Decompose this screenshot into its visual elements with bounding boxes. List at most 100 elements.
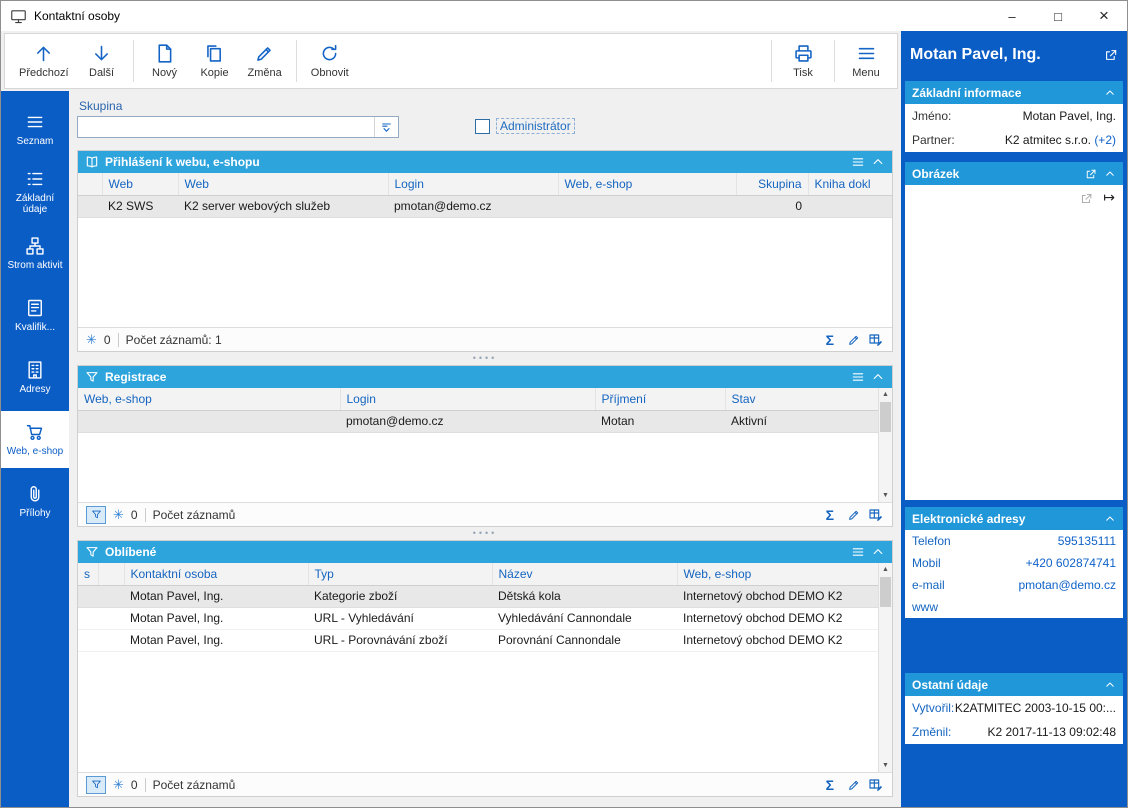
panel-splitter[interactable]: •••• [77,527,893,540]
open-detail-icon[interactable] [1104,48,1118,62]
sidebar-item-adresy[interactable]: Adresy [1,349,69,406]
table-row[interactable]: Motan Pavel, Ing. URL - Porovnávání zbož… [78,629,878,652]
column-header[interactable]: Web, e-shop [558,173,737,196]
group-filter-combobox[interactable] [77,116,399,138]
sidebar-item-strom-aktivit[interactable]: Strom aktivit [1,225,69,282]
vertical-scrollbar[interactable]: ▲ ▼ [878,563,892,772]
scroll-down-icon[interactable]: ▼ [879,489,892,502]
collapse-icon[interactable] [1104,679,1116,691]
column-header[interactable]: s [78,563,99,586]
scroll-thumb[interactable] [880,402,891,432]
column-header[interactable]: Typ [308,563,493,586]
scroll-track[interactable] [879,576,892,759]
filter-toggle[interactable] [86,505,106,524]
panel-menu-icon[interactable] [851,155,865,169]
section-basic-info[interactable]: Základní informace [905,81,1123,104]
column-header[interactable]: Web [102,173,179,196]
maximize-button[interactable]: □ [1035,1,1081,31]
sidebar-item-kvalifikace[interactable]: Kvalifik... [1,287,69,344]
panel-favorites-header[interactable]: Oblíbené [78,541,892,563]
main-content: Skupina Administrátor Přihlášení k webu,… [69,91,901,807]
previous-button[interactable]: Předchozí [11,40,77,82]
new-document-icon [154,43,175,64]
table-row[interactable]: pmotan@demo.cz Motan Aktivní [78,410,878,433]
scroll-track[interactable] [879,401,892,489]
frozen-records-icon[interactable]: ✳ [86,333,97,346]
column-header[interactable]: Login [388,173,559,196]
new-button[interactable]: Nový [140,40,190,82]
bulk-edit-icon[interactable] [868,777,884,793]
refresh-button[interactable]: Obnovit [303,40,357,82]
vertical-scrollbar[interactable]: ▲ ▼ [878,388,892,502]
record-count-label: Počet záznamů [152,507,236,522]
collapse-icon[interactable] [1104,513,1116,525]
column-header[interactable]: Web, e-shop [677,563,878,586]
column-header[interactable]: Web [178,173,389,196]
change-button[interactable]: Změna [240,40,290,82]
panel-menu-icon[interactable] [851,545,865,559]
column-header[interactable]: Příjmení [595,388,726,411]
section-picture[interactable]: Obrázek [905,162,1123,185]
next-button[interactable]: Další [77,40,127,82]
sum-icon[interactable]: Σ [826,507,834,523]
table-row[interactable]: K2 SWS K2 server webových služeb pmotan@… [78,195,892,218]
scroll-up-icon[interactable]: ▲ [879,563,892,576]
bulk-edit-icon[interactable] [868,332,884,348]
column-header[interactable]: Název [492,563,678,586]
table-row[interactable]: Motan Pavel, Ing. Kategorie zboží Dětská… [78,585,878,608]
edit-record-icon[interactable] [847,508,861,522]
section-other-info[interactable]: Ostatní údaje [905,673,1123,696]
print-button[interactable]: Tisk [778,40,828,82]
column-header[interactable]: Kniha dokl [808,173,892,196]
column-header[interactable]: Kontaktní osoba [124,563,309,586]
scroll-thumb[interactable] [880,577,891,607]
panel-menu-icon[interactable] [851,370,865,384]
collapse-icon[interactable] [1104,168,1116,180]
collapse-icon[interactable] [871,155,885,169]
sum-icon[interactable]: Σ [826,777,834,793]
section-electronic-addresses[interactable]: Elektronické adresy [905,507,1123,530]
panel-registrations-header[interactable]: Registrace [78,366,892,388]
sidebar-item-seznam[interactable]: Seznam [1,101,69,158]
edit-record-icon[interactable] [847,778,861,792]
column-header[interactable] [78,173,103,196]
sidebar-item-prilohy[interactable]: Přílohy [1,473,69,530]
dropdown-icon[interactable] [374,117,398,137]
filter-toggle[interactable] [86,775,106,794]
sidebar-item-zakladni-udaje[interactable]: Základní údaje [1,163,69,220]
minimize-button[interactable]: – [989,1,1035,31]
scroll-up-icon[interactable]: ▲ [879,388,892,401]
partner-more-link[interactable]: (+2) [1094,133,1116,147]
copy-button[interactable]: Kopie [190,40,240,82]
open-picture-icon[interactable] [1085,168,1097,180]
bulk-edit-icon[interactable] [868,507,884,523]
close-button[interactable]: × [1081,1,1127,31]
edit-record-icon[interactable] [847,333,861,347]
panel-splitter[interactable]: •••• [77,352,893,365]
column-header[interactable]: Login [340,388,596,411]
field-value: K2ATMITEC 2003-10-15 00:... [954,701,1116,715]
scroll-down-icon[interactable]: ▼ [879,759,892,772]
frozen-records-icon[interactable]: ✳ [113,778,124,791]
table-row[interactable]: Motan Pavel, Ing. URL - Vyhledávání Vyhl… [78,607,878,630]
menu-button[interactable]: Menu [841,40,891,82]
column-header[interactable]: Skupina [736,173,809,196]
collapse-icon[interactable] [871,370,885,384]
phone-link[interactable]: 595135111 [1058,534,1116,548]
cell: URL - Porovnávání zboží [308,629,492,652]
collapse-icon[interactable] [871,545,885,559]
collapse-icon[interactable] [1104,87,1116,99]
sidebar-item-web-eshop[interactable]: Web, e-shop [1,411,69,468]
frozen-records-icon[interactable]: ✳ [113,508,124,521]
checkbox-box[interactable] [475,118,490,134]
fit-image-icon[interactable]: ↦ [1103,189,1115,206]
column-header[interactable] [98,563,125,586]
mobile-link[interactable]: +420 602874741 [1026,556,1116,570]
column-header[interactable]: Stav [725,388,878,411]
panel-web-logins-header[interactable]: Přihlášení k webu, e-shopu [78,151,892,173]
open-image-icon[interactable] [1080,192,1093,205]
email-link[interactable]: pmotan@demo.cz [1018,578,1116,592]
sum-icon[interactable]: Σ [826,332,834,348]
administrator-checkbox[interactable]: Administrátor [475,118,575,134]
column-header[interactable]: Web, e-shop [78,388,341,411]
